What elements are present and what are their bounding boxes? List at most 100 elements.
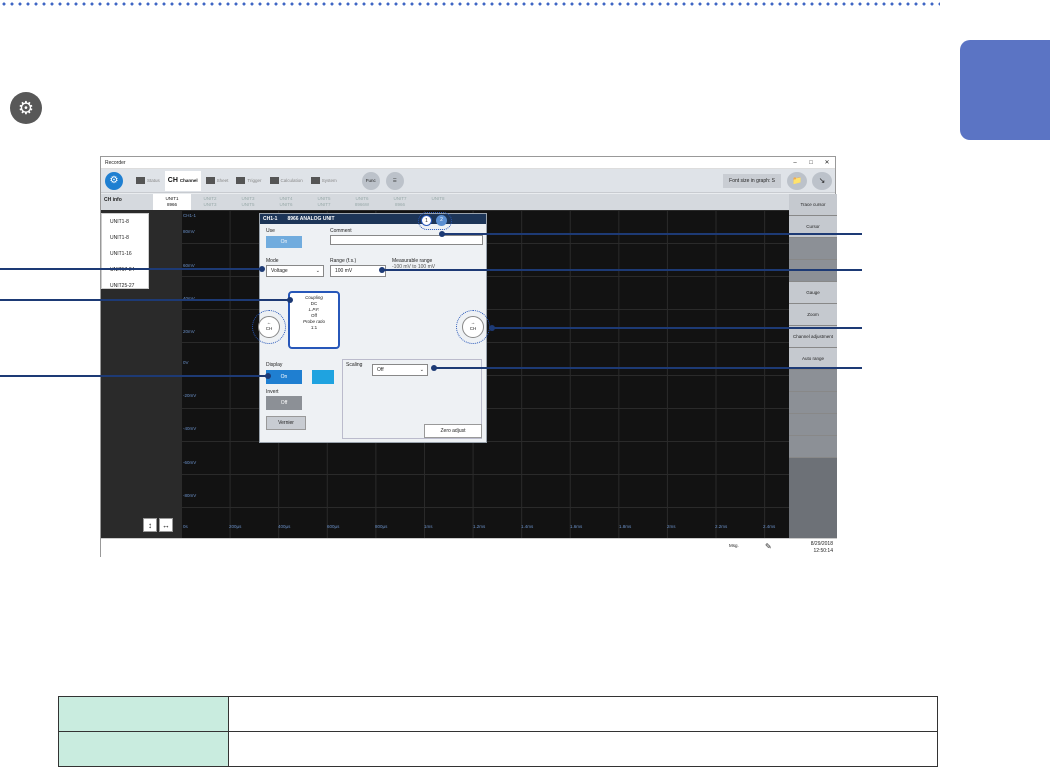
unit-tab[interactable]: UNIT5 UNIT7	[305, 194, 343, 210]
display-toggle[interactable]: On	[266, 370, 302, 384]
x-axis-label: 1.4ms	[521, 524, 534, 529]
wrench-icon	[310, 177, 320, 184]
prev-channel-button[interactable]: ← CH	[258, 316, 280, 338]
trace-cursor-button[interactable]: Trace cursor	[789, 194, 837, 216]
channel-settings-dialog: CH1-1 8966 ANALOG UNIT 1 2 Use On Commen…	[252, 212, 490, 443]
menu-item-unit17-24[interactable]: UNIT17-24	[102, 262, 148, 278]
range-select[interactable]: 100 mV	[330, 265, 386, 277]
zoom-controls: ↕ ↔	[143, 518, 173, 532]
channel-adjustment-button[interactable]: Channel adjustment	[789, 326, 837, 348]
unit-tab[interactable]: UNIT2 UNIT3	[191, 194, 229, 210]
tab-channel[interactable]: CH Channel	[164, 170, 201, 191]
unit-tab[interactable]: UNIT3 UNIT5	[229, 194, 267, 210]
vernier-button[interactable]: Vernier	[266, 416, 306, 430]
status-icon	[136, 177, 145, 184]
toolbar: ⚙ Status CH Channel Sheet Trigger Calcula…	[101, 169, 835, 193]
tab-sheet[interactable]: Sheet	[203, 171, 232, 191]
callout-dot	[287, 297, 293, 303]
zoom-button[interactable]: Zoom	[789, 304, 837, 326]
scaling-label: Scaling	[346, 362, 363, 368]
unit-tab[interactable]: UNIT1 8966	[153, 194, 191, 210]
folder-icon[interactable]: 📁	[787, 171, 807, 190]
x-axis-label: 2.4ms	[763, 524, 776, 529]
callout-dot	[431, 365, 437, 371]
y-axis-label: -60mV	[183, 460, 197, 465]
vertical-zoom-icon[interactable]: ↕	[143, 518, 157, 532]
y-axis-label: -80mV	[183, 493, 197, 498]
page-2-button[interactable]: 2	[436, 215, 447, 226]
menu-item-unit25-27[interactable]: UNIT25-27	[102, 278, 148, 294]
invert-toggle[interactable]: Off	[266, 396, 302, 410]
unit-tab[interactable]: UNIT7 8966	[381, 194, 419, 210]
use-toggle[interactable]: On	[266, 236, 302, 248]
menu-item-unit1-8[interactable]: UNIT1-8	[102, 230, 148, 246]
table-row	[58, 696, 938, 732]
invert-label: Invert	[266, 389, 279, 395]
calculation-icon	[269, 177, 279, 184]
callout-line-mode	[0, 268, 262, 270]
x-axis-label: 1ms	[424, 524, 433, 529]
settings-gear-button[interactable]: ⚙	[105, 171, 123, 190]
expand-icon[interactable]: ↘	[812, 171, 832, 190]
tab-status[interactable]: Status	[133, 171, 163, 191]
minimize-icon[interactable]: –	[787, 160, 803, 166]
unit-tab[interactable]: UNIT8	[419, 194, 457, 210]
x-axis-label: 800µs	[375, 524, 388, 529]
y-axis-label: 80mV	[183, 229, 195, 234]
comment-field[interactable]	[330, 235, 483, 245]
x-axis-label: 400µs	[278, 524, 291, 529]
callout-dot	[439, 231, 445, 237]
x-axis-label: 200µs	[229, 524, 242, 529]
gauge-button[interactable]: Gauge	[789, 282, 837, 304]
restore-icon[interactable]: □	[803, 160, 819, 166]
x-axis-label: 0s	[183, 524, 188, 529]
page-1-button[interactable]: 1	[421, 215, 432, 226]
ch-info-label[interactable]: CH info	[104, 197, 122, 203]
y-axis-label: -40mV	[183, 426, 197, 431]
callout-line-display	[0, 375, 268, 377]
menu-item-unit1-8[interactable]: UNIT1-8	[102, 214, 148, 230]
panel-button[interactable]	[789, 370, 837, 392]
panel-button[interactable]	[789, 238, 837, 260]
panel-button[interactable]	[789, 414, 837, 436]
list-icon[interactable]: ☰	[385, 171, 404, 190]
mode-label: Mode	[266, 258, 279, 264]
close-icon[interactable]: ✕	[819, 159, 835, 166]
next-channel-button[interactable]: → CH	[462, 316, 484, 338]
tab-system[interactable]: System	[308, 171, 340, 191]
display-color-swatch[interactable]	[312, 370, 334, 384]
zero-adjust-button[interactable]: Zero adjust	[424, 424, 482, 438]
mode-select[interactable]: Voltage ⌄	[266, 265, 324, 277]
trigger-icon	[236, 177, 246, 184]
right-panel: Trace cursor Cursor Gauge Zoom Channel a…	[789, 194, 837, 538]
callout-line-coupling	[0, 299, 290, 301]
message-label[interactable]: Msg.	[729, 543, 739, 548]
scaling-select[interactable]: Off ⌄	[372, 364, 428, 376]
table-header-cell	[58, 696, 229, 732]
usb-icon: ✎	[765, 542, 772, 551]
horizontal-zoom-icon[interactable]: ↔	[159, 518, 173, 532]
table-cell	[228, 696, 938, 732]
callout-dot	[259, 266, 265, 272]
dialog-title: CH1-1 8966 ANALOG UNIT	[260, 214, 486, 224]
panel-button[interactable]	[789, 436, 837, 458]
gear-icon: ⚙	[10, 92, 42, 124]
tab-calculation[interactable]: Calculation	[267, 171, 306, 191]
y-axis-label: 20mV	[183, 329, 195, 334]
panel-button[interactable]	[789, 260, 837, 282]
menu-item-unit1-16[interactable]: UNIT1-16	[102, 246, 148, 262]
unit-tab[interactable]: UNIT6 8966W	[343, 194, 381, 210]
y-axis-label: 0V	[183, 360, 189, 365]
func-button[interactable]: Func	[361, 171, 380, 190]
x-axis-label: 1.8ms	[619, 524, 632, 529]
callout-dot	[489, 325, 495, 331]
table-cell	[228, 731, 938, 767]
ch-icon: CH	[167, 177, 178, 184]
font-size-label[interactable]: Font size in graph: S	[723, 173, 781, 188]
panel-button[interactable]	[789, 392, 837, 414]
table-header-cell	[58, 731, 229, 767]
top-dotted-rule	[0, 0, 940, 8]
unit-tab[interactable]: UNIT4 UNIT6	[267, 194, 305, 210]
sheet-icon	[205, 177, 215, 184]
tab-trigger[interactable]: Trigger	[233, 171, 264, 191]
